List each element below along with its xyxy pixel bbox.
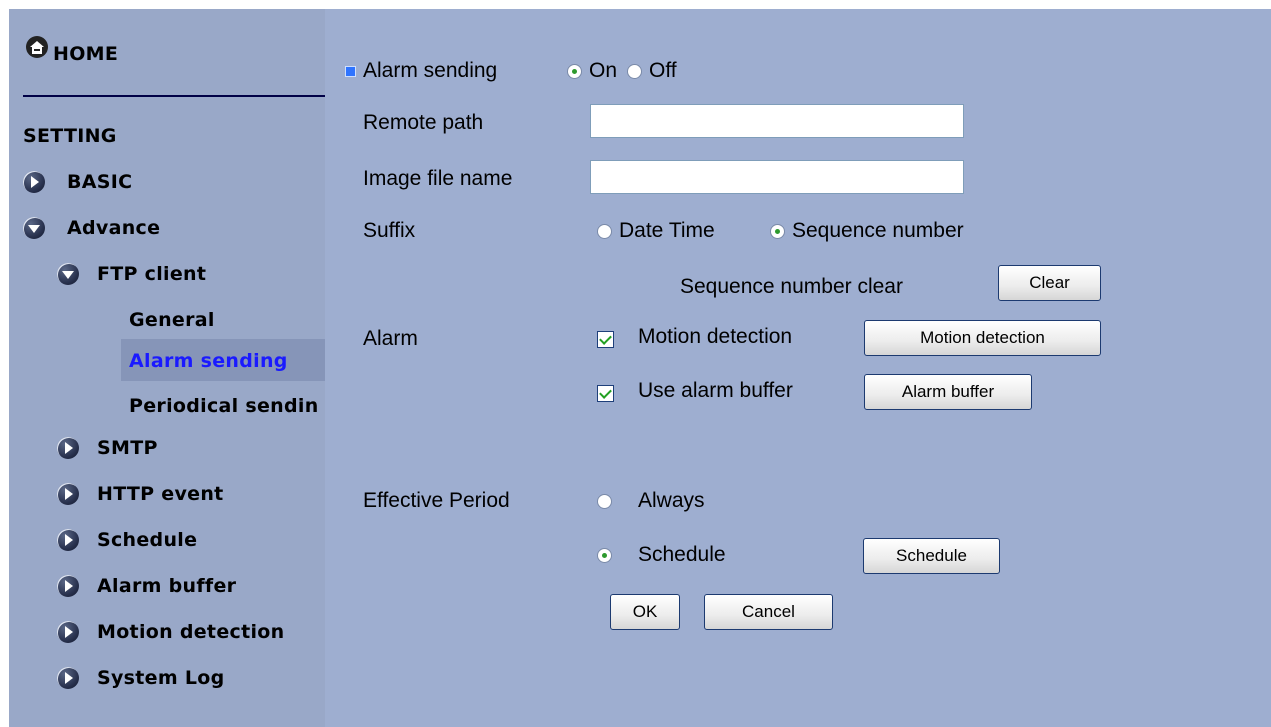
- sidebar-item-system-log[interactable]: System Log: [97, 667, 225, 689]
- alarm-label: Alarm: [363, 327, 418, 350]
- alarm-buffer-checkbox[interactable]: [597, 385, 614, 402]
- sidebar: HOME SETTING BASIC Advance FTP client Ge…: [9, 9, 325, 727]
- alarm-sending-on-label[interactable]: On: [589, 59, 617, 83]
- arrow-right-icon[interactable]: [57, 529, 79, 551]
- home-link[interactable]: HOME: [53, 43, 118, 65]
- suffix-datetime-radio[interactable]: [597, 224, 612, 239]
- suffix-label: Suffix: [363, 219, 416, 242]
- remote-path-input[interactable]: [590, 104, 964, 138]
- ok-button[interactable]: OK: [610, 594, 680, 630]
- sidebar-item-alarm-buffer[interactable]: Alarm buffer: [97, 575, 236, 597]
- sidebar-item-http-event[interactable]: HTTP event: [97, 483, 224, 505]
- remote-path-label: Remote path: [363, 111, 484, 134]
- alarm-sending-off-radio[interactable]: [627, 64, 642, 79]
- arrow-down-icon[interactable]: [23, 217, 45, 239]
- sidebar-item-advance[interactable]: Advance: [67, 217, 160, 239]
- alarm-buffer-button[interactable]: Alarm buffer: [864, 374, 1032, 410]
- sidebar-divider: [23, 95, 325, 97]
- motion-detection-checkbox[interactable]: [597, 331, 614, 348]
- cancel-button[interactable]: Cancel: [704, 594, 833, 630]
- motion-detection-button[interactable]: Motion detection: [864, 320, 1101, 356]
- suffix-datetime-label[interactable]: Date Time: [619, 219, 715, 243]
- arrow-right-icon[interactable]: [57, 483, 79, 505]
- period-schedule-radio[interactable]: [597, 548, 612, 563]
- schedule-button[interactable]: Schedule: [863, 538, 1000, 574]
- period-schedule-label[interactable]: Schedule: [638, 543, 726, 567]
- image-file-name-label: Image file name: [363, 167, 513, 190]
- alarm-sending-on-radio[interactable]: [567, 64, 582, 79]
- period-always-radio[interactable]: [597, 494, 612, 509]
- sidebar-item-motion-detection[interactable]: Motion detection: [97, 621, 284, 643]
- motion-detection-check-label[interactable]: Motion detection: [638, 325, 792, 349]
- arrow-right-icon[interactable]: [57, 437, 79, 459]
- alarm-sending-label: Alarm sending: [363, 59, 498, 82]
- arrow-down-icon[interactable]: [57, 263, 79, 285]
- alarm-sending-off-label[interactable]: Off: [649, 59, 677, 83]
- setting-heading: SETTING: [23, 125, 117, 147]
- sidebar-item-ftp-client[interactable]: FTP client: [97, 263, 206, 285]
- arrow-right-icon[interactable]: [57, 575, 79, 597]
- suffix-sequence-label[interactable]: Sequence number: [792, 219, 964, 243]
- clear-button[interactable]: Clear: [998, 265, 1101, 301]
- arrow-right-icon[interactable]: [57, 621, 79, 643]
- use-alarm-buffer-label[interactable]: Use alarm buffer: [638, 379, 793, 403]
- sequence-clear-label: Sequence number clear: [680, 275, 903, 298]
- arrow-right-icon[interactable]: [57, 667, 79, 689]
- section-bullet-icon: [345, 66, 356, 77]
- sidebar-item-schedule[interactable]: Schedule: [97, 529, 197, 551]
- home-icon[interactable]: [25, 35, 49, 59]
- suffix-sequence-radio[interactable]: [770, 224, 785, 239]
- sidebar-item-basic[interactable]: BASIC: [67, 171, 132, 193]
- image-file-name-input[interactable]: [590, 160, 964, 194]
- effective-period-label: Effective Period: [363, 489, 510, 512]
- app-frame: HOME SETTING BASIC Advance FTP client Ge…: [9, 9, 1271, 727]
- sidebar-item-smtp[interactable]: SMTP: [97, 437, 158, 459]
- sidebar-item-periodical-sending[interactable]: Periodical sendin: [129, 395, 325, 417]
- sidebar-item-general[interactable]: General: [129, 309, 215, 331]
- sidebar-item-alarm-sending[interactable]: Alarm sending: [129, 350, 288, 372]
- period-always-label[interactable]: Always: [638, 489, 705, 513]
- main-panel: Alarm sending On Off Remote path Image f…: [325, 9, 1271, 727]
- arrow-right-icon[interactable]: [23, 171, 45, 193]
